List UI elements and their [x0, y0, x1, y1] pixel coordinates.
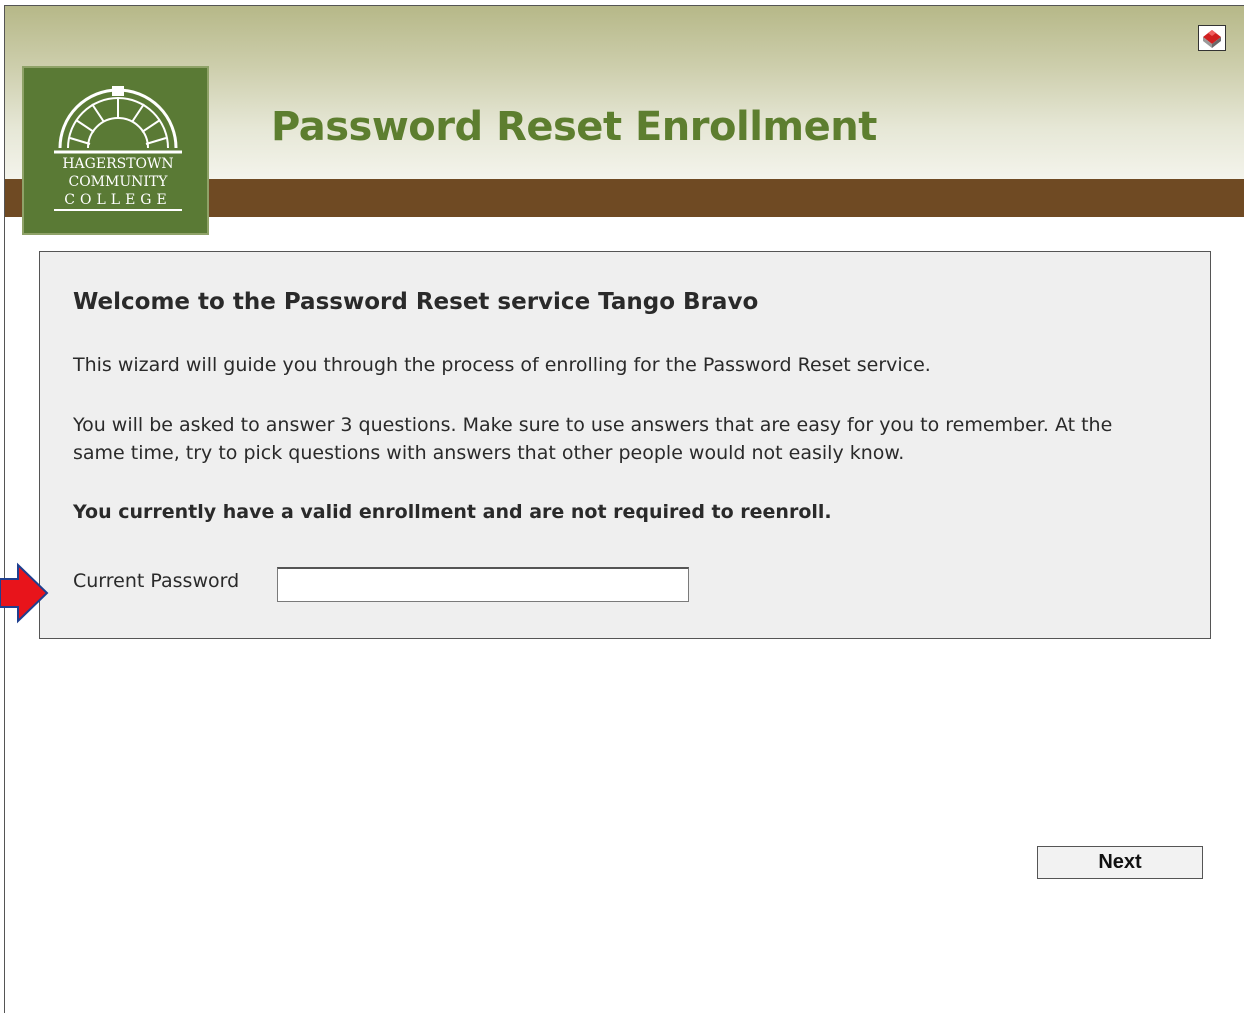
- frame-border-top: [4, 5, 1244, 6]
- home-icon[interactable]: [1198, 25, 1226, 51]
- intro-text: This wizard will guide you through the p…: [73, 354, 931, 376]
- password-reset-page: HAGERSTOWN COMMUNITY COLLEGE Password Re…: [0, 0, 1244, 1013]
- welcome-heading: Welcome to the Password Reset service Ta…: [73, 289, 759, 315]
- enrollment-status-text: You currently have a valid enrollment an…: [73, 501, 832, 523]
- frame-border-left: [4, 5, 5, 1013]
- red-arrow-icon: [0, 562, 49, 624]
- logo-line-2: COMMUNITY: [68, 174, 168, 190]
- current-password-label: Current Password: [73, 570, 240, 592]
- college-logo: HAGERSTOWN COMMUNITY COLLEGE: [22, 66, 209, 235]
- logo-line-3: COLLEGE: [64, 192, 172, 208]
- instructions-text: You will be asked to answer 3 questions.…: [73, 414, 1113, 464]
- current-password-input[interactable]: [277, 567, 689, 602]
- next-button[interactable]: Next: [1037, 846, 1203, 879]
- logo-line-1: HAGERSTOWN: [62, 156, 174, 172]
- page-title: Password Reset Enrollment: [271, 104, 877, 150]
